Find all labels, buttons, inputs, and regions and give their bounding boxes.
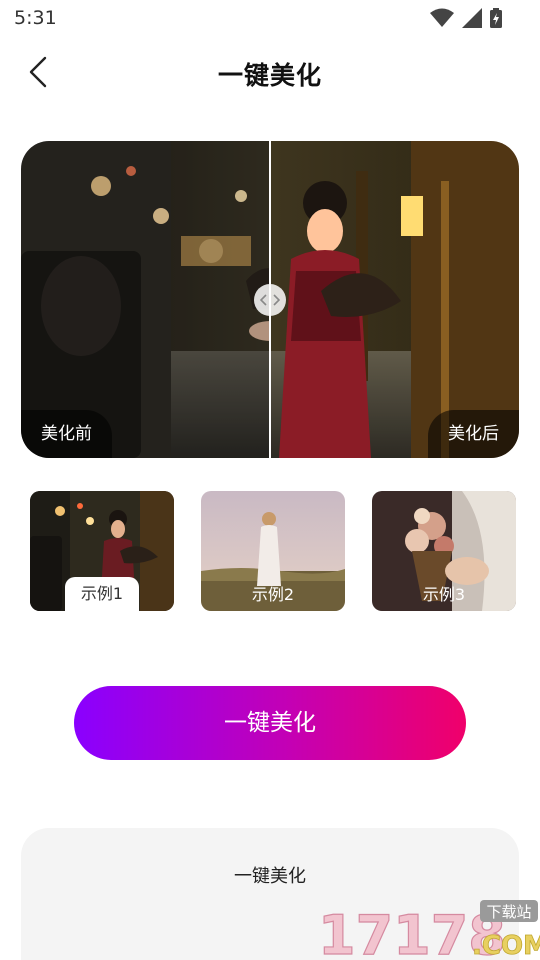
example-list: 示例1 示例2 示例3: [30, 491, 516, 611]
site-watermark-logo: 17178 下载站 .COM: [317, 900, 540, 960]
after-label: 美化后: [428, 410, 519, 458]
status-time: 5:31: [14, 7, 57, 29]
status-bar: 5:31: [0, 0, 540, 36]
battery-icon: [490, 8, 502, 28]
example-label-1: 示例1: [65, 577, 139, 611]
compare-slider-handle[interactable]: [254, 284, 286, 316]
status-icons: [430, 8, 502, 28]
beautify-button[interactable]: 一键美化: [74, 686, 466, 760]
info-title: 一键美化: [234, 866, 306, 887]
signal-icon: [462, 8, 482, 28]
example-label-3: 示例3: [422, 585, 466, 604]
wifi-icon: [430, 8, 454, 27]
example-label-2: 示例2: [251, 585, 295, 604]
example-thumb-3[interactable]: 示例3: [372, 491, 516, 611]
page-title: 一键美化: [217, 61, 322, 90]
example-thumb-1[interactable]: 示例1: [30, 491, 174, 611]
watermark-badge: 下载站: [486, 903, 531, 921]
before-after-compare[interactable]: 美化前 美化后: [21, 141, 519, 458]
example-thumb-2[interactable]: 示例2: [201, 491, 345, 611]
arrows-left-right-icon: [260, 294, 280, 306]
watermark-suffix: .COM: [472, 931, 540, 960]
before-label: 美化前: [21, 410, 112, 458]
header: 一键美化: [0, 40, 540, 104]
